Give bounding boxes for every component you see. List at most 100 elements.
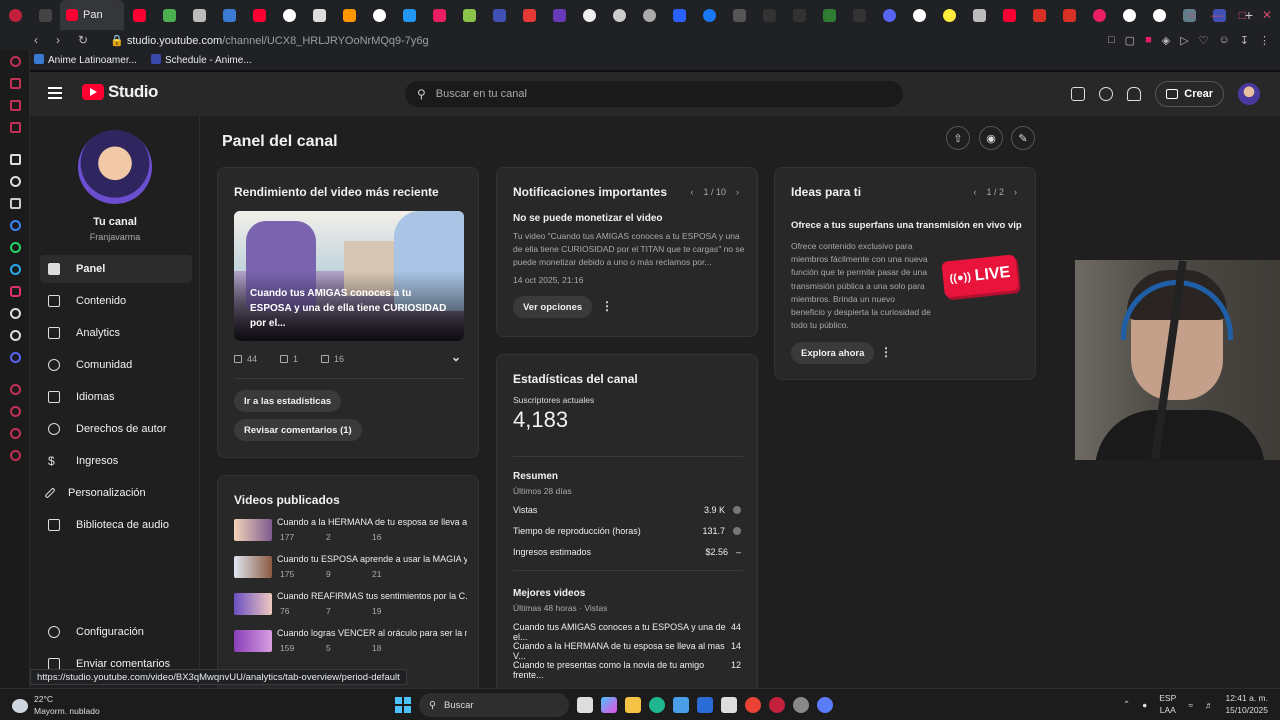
bookmark-item[interactable]: Anime Latinoamer...: [34, 54, 137, 66]
sidebar-item-earn[interactable]: $ Ingresos: [40, 447, 192, 475]
tab-favicon[interactable]: [1054, 0, 1084, 30]
microphone-icon[interactable]: ●: [1142, 700, 1147, 710]
tab-favicon[interactable]: [184, 0, 214, 30]
whatsapp-icon[interactable]: [10, 242, 21, 253]
explore-now-button[interactable]: Explora ahora: [791, 342, 875, 364]
sidebar-item-community[interactable]: Comunidad: [40, 351, 192, 379]
chrome-icon[interactable]: [745, 697, 761, 713]
chevron-down-icon[interactable]: ⌄: [451, 350, 461, 364]
sidebar-item-settings[interactable]: Configuración: [40, 618, 192, 646]
view-options-button[interactable]: Ver opciones: [513, 296, 593, 318]
tab-favicon[interactable]: [454, 0, 484, 30]
go-live-button[interactable]: ◉: [979, 126, 1003, 150]
chevron-left-icon[interactable]: ‹: [973, 187, 976, 197]
opera-gx-icon[interactable]: [769, 697, 785, 713]
tab-favicon[interactable]: [1084, 0, 1114, 30]
more-options-icon[interactable]: ⋮: [880, 345, 892, 359]
sidebar-item-analytics[interactable]: Analytics: [40, 319, 192, 347]
tab-favicon[interactable]: [424, 0, 454, 30]
weather-widget[interactable]: 22°C Mayorm. nublado: [12, 694, 100, 718]
tab-favicon[interactable]: [484, 0, 514, 30]
minimize-icon[interactable]: —: [1211, 8, 1223, 22]
file-explorer-icon[interactable]: [625, 697, 641, 713]
top-video-row[interactable]: Cuando te presentas como la novia de tu …: [513, 660, 741, 680]
word-icon[interactable]: [697, 697, 713, 713]
close-icon[interactable]: ✕: [1262, 8, 1272, 22]
tab-favicon[interactable]: [1114, 0, 1144, 30]
captions-icon[interactable]: [1071, 87, 1086, 101]
language-indicator[interactable]: ESP LAA: [1159, 693, 1176, 717]
review-comments-button[interactable]: Revisar comentarios (1): [234, 419, 362, 441]
pinboard-icon[interactable]: [10, 428, 21, 439]
download-icon[interactable]: ↧: [1240, 34, 1249, 47]
wifi-icon[interactable]: ≈: [1188, 700, 1193, 710]
create-button[interactable]: Crear: [1155, 81, 1224, 107]
search-bar[interactable]: ⚲: [405, 81, 903, 107]
go-to-analytics-button[interactable]: Ir a las estadísticas: [234, 390, 342, 412]
tab-favicon[interactable]: [664, 0, 694, 30]
shield-icon[interactable]: ■: [1145, 34, 1152, 47]
edge-icon[interactable]: [649, 697, 665, 713]
volume-icon[interactable]: ♬: [1205, 700, 1214, 710]
clock[interactable]: 12:41 a. m. 15/10/2025: [1225, 693, 1268, 717]
tab-favicon[interactable]: [964, 0, 994, 30]
tab-favicon[interactable]: [30, 0, 60, 30]
x-icon[interactable]: [10, 330, 21, 341]
tab-favicon[interactable]: [694, 0, 724, 30]
tab-favicon[interactable]: [754, 0, 784, 30]
sidebar-item-content[interactable]: Contenido: [40, 287, 192, 315]
tab-favicon[interactable]: [904, 0, 934, 30]
instagram-icon[interactable]: [10, 286, 21, 297]
tab-favicon[interactable]: [844, 0, 874, 30]
tab-favicon[interactable]: [994, 0, 1024, 30]
messenger-icon[interactable]: [10, 220, 21, 231]
chevron-left-icon[interactable]: ‹: [690, 187, 693, 197]
settings-icon[interactable]: [10, 450, 21, 461]
profile-icon[interactable]: ☺: [1219, 34, 1230, 47]
sidebar-item-audio-library[interactable]: Biblioteca de audio: [40, 511, 192, 539]
tab-favicon[interactable]: [544, 0, 574, 30]
tab-favicon[interactable]: [604, 0, 634, 30]
upload-button[interactable]: ⇧: [946, 126, 970, 150]
bookmark-item[interactable]: Schedule - Anime...: [150, 54, 252, 66]
bookmark-icon[interactable]: □: [1108, 34, 1115, 47]
list-item[interactable]: Cuando a la HERMANA de tu esposa se llev…: [234, 517, 467, 547]
top-video-row[interactable]: Cuando a la HERMANA de tu esposa se llev…: [513, 641, 741, 661]
chatgpt-icon[interactable]: [10, 176, 21, 187]
task-view-icon[interactable]: [577, 697, 593, 713]
opera-icon[interactable]: [0, 0, 30, 30]
list-item[interactable]: Cuando logras VENCER al oráculo para ser…: [234, 628, 467, 658]
sidebar-item-customization[interactable]: Personalización: [40, 479, 192, 507]
notifications-icon[interactable]: [1127, 87, 1142, 101]
rail-app-icon[interactable]: [10, 198, 21, 209]
menu-icon[interactable]: [48, 87, 62, 99]
tab-favicon[interactable]: [304, 0, 334, 30]
tab-favicon[interactable]: [334, 0, 364, 30]
list-item[interactable]: Cuando tu ESPOSA aprende a usar la MAGIA…: [234, 554, 467, 584]
account-avatar[interactable]: [1238, 83, 1260, 105]
tab-favicon[interactable]: [214, 0, 244, 30]
create-post-button[interactable]: ✎: [1011, 126, 1035, 150]
chevron-up-icon[interactable]: ⌃: [1123, 699, 1130, 710]
list-item[interactable]: Cuando REAFIRMAS tus sentimientos por la…: [234, 591, 467, 621]
aria-icon[interactable]: [10, 56, 21, 67]
discord-icon[interactable]: [10, 352, 21, 363]
chevron-right-icon[interactable]: ›: [736, 187, 739, 197]
tab-favicon[interactable]: [154, 0, 184, 30]
store-icon[interactable]: [673, 697, 689, 713]
latest-video-thumbnail[interactable]: Cuando tus AMIGAS conoces a tu ESPOSA y …: [234, 211, 464, 341]
studio-logo[interactable]: Studio: [82, 82, 158, 102]
copilot-icon[interactable]: [601, 697, 617, 713]
tab-favicon[interactable]: [574, 0, 604, 30]
back-icon[interactable]: ‹: [34, 33, 38, 47]
extensions-icon[interactable]: ◈: [1162, 34, 1170, 47]
tab-favicon[interactable]: [364, 0, 394, 30]
menu-icon[interactable]: ⋮: [1259, 34, 1270, 47]
search-tabs-icon[interactable]: ○: [1187, 8, 1194, 22]
more-options-icon[interactable]: ⋮: [601, 299, 613, 313]
tab-favicon[interactable]: [634, 0, 664, 30]
rail-app-icon[interactable]: [10, 78, 21, 89]
info-icon[interactable]: [733, 527, 741, 535]
tab-favicon[interactable]: [1024, 0, 1054, 30]
sidebar-item-copyright[interactable]: Derechos de autor: [40, 415, 192, 443]
